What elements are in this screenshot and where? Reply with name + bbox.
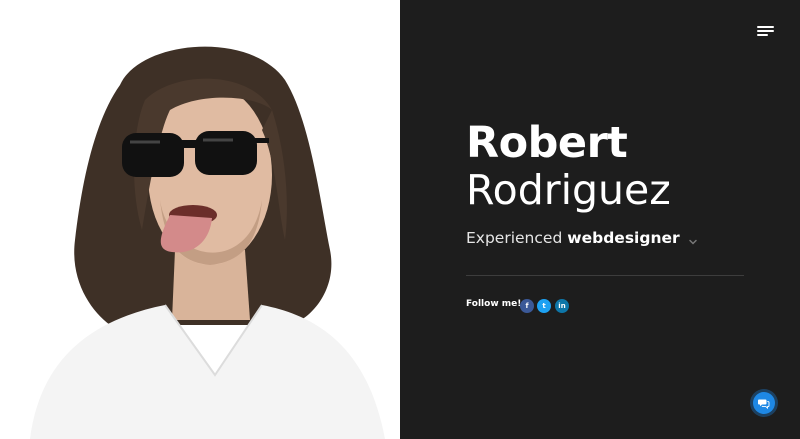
facebook-icon[interactable]: f (520, 299, 534, 313)
role-highlight: webdesigner (567, 229, 680, 247)
menu-line (757, 34, 768, 36)
page: Robert Rodriguez Experienced webdesigner… (0, 0, 800, 439)
follow-label: Follow me! (466, 299, 522, 309)
role-prefix: Experienced (466, 229, 563, 247)
linkedin-icon[interactable]: in (555, 299, 569, 313)
hamburger-menu-icon[interactable] (757, 24, 775, 38)
hero-info-panel: Robert Rodriguez Experienced webdesigner… (400, 0, 800, 439)
divider (466, 275, 744, 276)
menu-line (757, 30, 774, 32)
portrait-illustration (30, 46, 385, 439)
menu-line (757, 26, 774, 28)
hero-last-name: Rodriguez (466, 166, 671, 214)
role-rotator: Experienced webdesigner (466, 229, 698, 247)
hero-first-name: Robert (466, 118, 628, 168)
chat-bubbles-icon[interactable] (753, 392, 775, 414)
profile-photo (0, 0, 400, 439)
twitter-icon[interactable]: t (537, 299, 551, 313)
chevron-down-icon[interactable] (688, 233, 698, 245)
